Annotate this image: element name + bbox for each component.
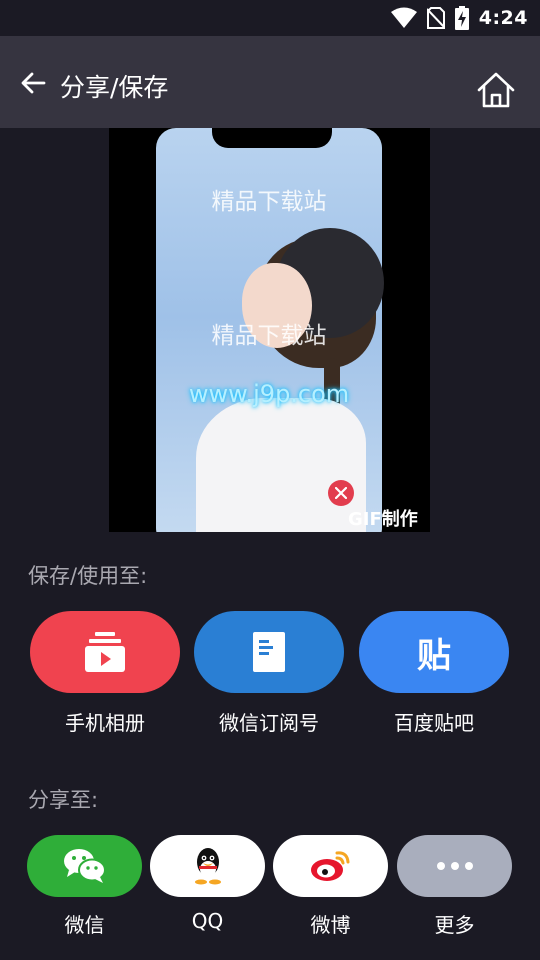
wechat-subscription-button[interactable] (194, 611, 344, 693)
home-icon (477, 72, 515, 108)
share-weibo-label: 微博 (310, 913, 351, 937)
share-section-label: 分享至: (28, 788, 99, 812)
more-icon (436, 862, 473, 870)
page-title: 分享/保存 (60, 73, 169, 102)
baidu-tieba-button[interactable]: 贴 (359, 611, 509, 693)
status-icons: 4:24 (390, 5, 528, 31)
save-to-album-label: 手机相册 (65, 711, 145, 735)
wechat-subscription-label: 微信订阅号 (219, 711, 319, 735)
image-shirt (196, 398, 366, 532)
album-icon (85, 632, 125, 672)
share-wechat-label: 微信 (64, 913, 105, 937)
home-button[interactable] (476, 70, 516, 110)
watermark-top: 精品下载站 (211, 189, 327, 215)
preview-image: 精品下载站 精品下载站 www.j9p.com (156, 128, 384, 532)
battery-charging-icon (454, 6, 469, 30)
share-qq-button[interactable] (150, 835, 265, 897)
share-more-button[interactable] (397, 835, 512, 897)
close-icon (335, 487, 347, 499)
wechat-icon (63, 849, 106, 883)
gif-made-badge: GIF制作 (348, 505, 418, 531)
gif-badge-suffix: 制作 (381, 509, 418, 530)
document-icon (253, 632, 285, 672)
qq-icon (194, 848, 221, 885)
share-qq-label: QQ (191, 909, 224, 933)
gif-preview: 精品下载站 精品下载站 www.j9p.com GIF制作 (109, 128, 430, 532)
baidu-tieba-label: 百度贴吧 (394, 711, 474, 735)
tieba-icon: 贴 (417, 635, 451, 676)
watermark-url: www.j9p.com (188, 380, 350, 408)
back-button[interactable] (16, 66, 50, 100)
remove-watermark-button[interactable] (328, 480, 354, 506)
share-more-label: 更多 (434, 913, 475, 937)
status-time: 4:24 (478, 7, 528, 29)
save-to-album-button[interactable] (30, 611, 180, 693)
gif-preview-area: 精品下载站 精品下载站 www.j9p.com GIF制作 (0, 128, 540, 532)
wifi-icon (390, 7, 417, 28)
share-weibo-button[interactable] (273, 835, 388, 897)
watermark-middle: 精品下载站 (211, 323, 327, 349)
save-section-label: 保存/使用至: (28, 564, 148, 588)
weibo-icon (310, 851, 349, 881)
share-sheet: 保存/使用至: 手机相册 微信订阅号 贴 百度贴吧 分享至: 微信 QQ 微博 … (0, 532, 540, 960)
phone-notch (212, 128, 332, 148)
share-wechat-button[interactable] (27, 835, 142, 897)
app-bar: 分享/保存 (0, 36, 540, 128)
gif-badge-prefix: GIF (348, 509, 382, 530)
status-bar: 4:24 (0, 0, 540, 36)
no-sim-icon (426, 7, 445, 29)
arrow-left-icon (21, 72, 46, 94)
